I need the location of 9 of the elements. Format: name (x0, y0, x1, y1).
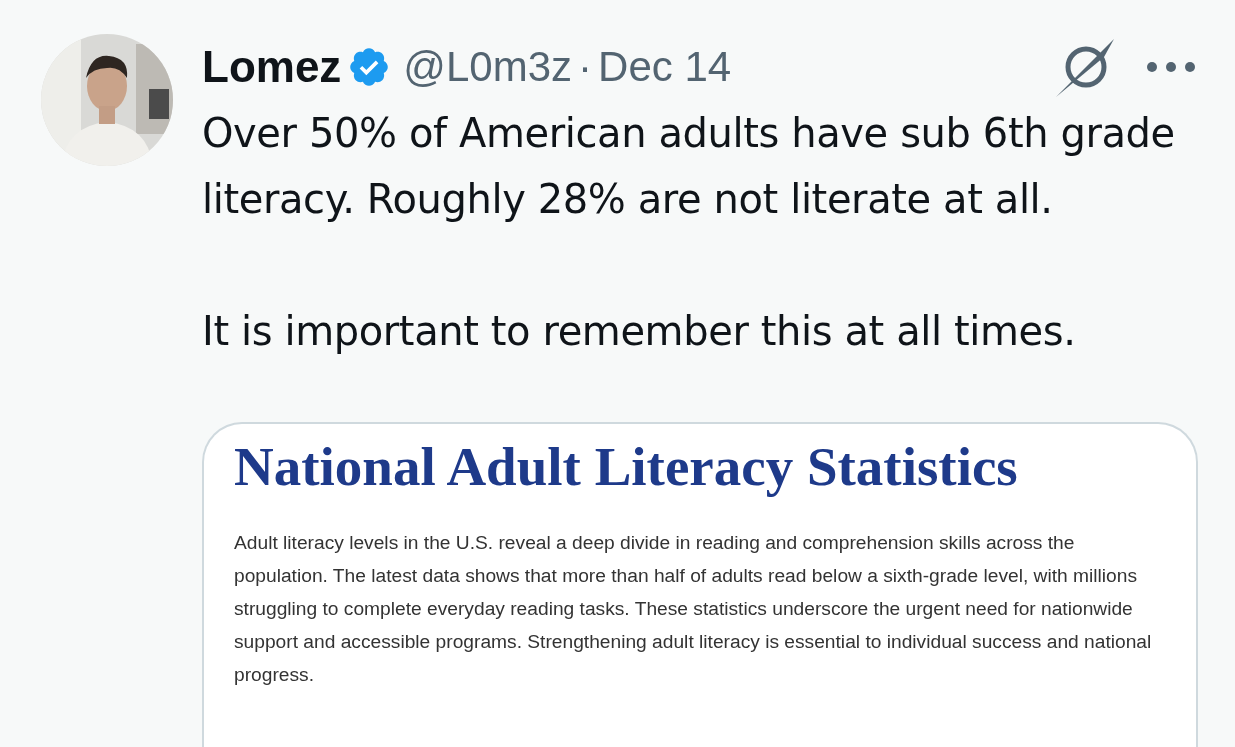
post-date[interactable]: Dec 14 (598, 43, 732, 91)
document-paragraph: Adult literacy levels in the U.S. reveal a deep divide in reading and comprehension skills across the population. The latest data shows that more than half of adults read below a sixth-grade level, with millions struggling to complete everyday reading tasks. These statistics underscore the urgent need for nationwide support and accessible programs. Strengthening adult literacy is essential to individual success and national progress. (234, 531, 1153, 687)
document-title: National Adult Literacy Statistics (234, 435, 1019, 499)
post-text: It is important to remember this at all times. (202, 307, 1077, 356)
author-name[interactable]: Lomez (202, 42, 342, 92)
author-handle[interactable]: @L0m3z (403, 43, 573, 91)
post-text: Over 50% of American adults have sub 6th grade literacy. Roughly 28% are not literate at all. (202, 109, 1176, 224)
more-icon[interactable] (1146, 61, 1196, 73)
separator-dot: · (578, 43, 593, 91)
